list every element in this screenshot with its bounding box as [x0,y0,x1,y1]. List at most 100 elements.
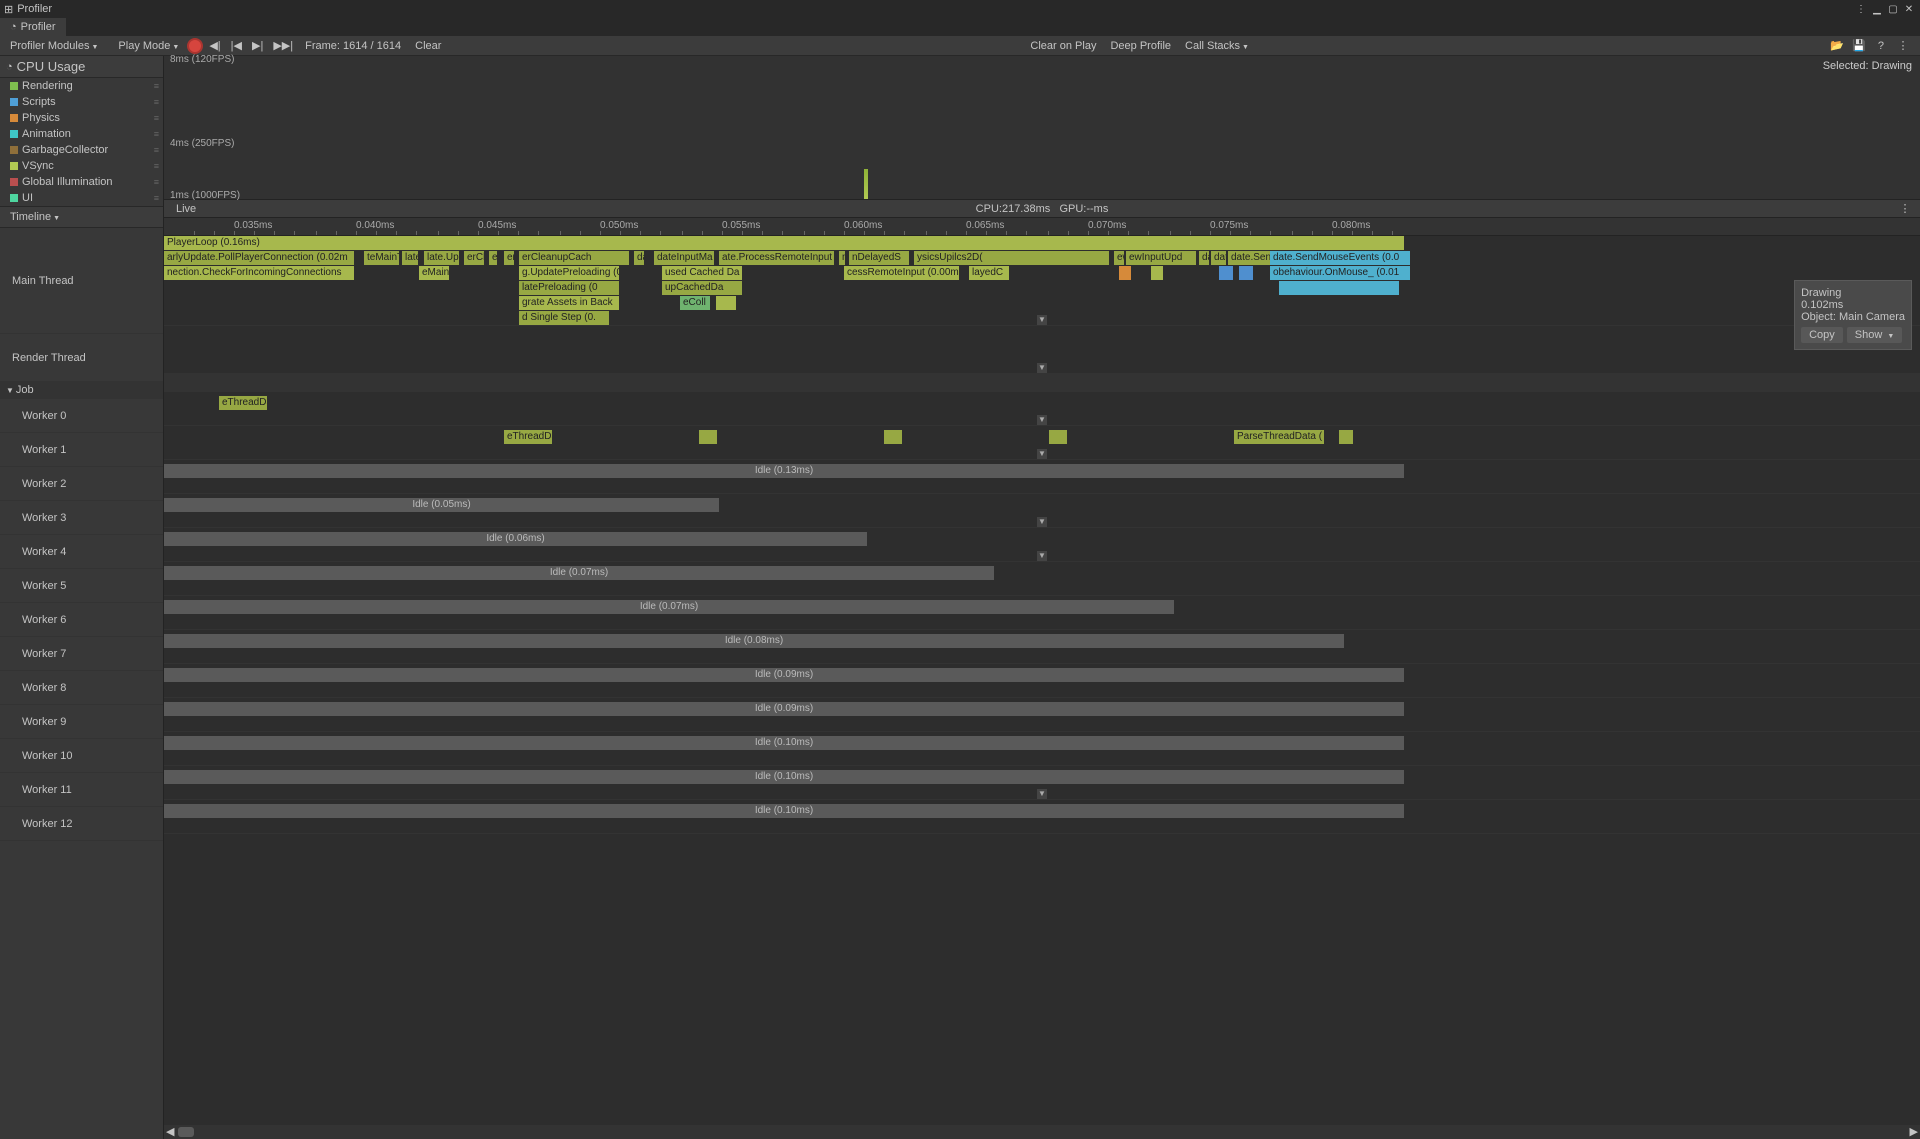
worker-block[interactable]: Idle (0.10ms) [164,804,1404,818]
deep-profile-toggle[interactable]: Deep Profile [1104,38,1177,54]
cpu-usage-header[interactable]: ◔ CPU Usage [0,56,163,78]
block[interactable] [1119,266,1131,280]
category-vsync[interactable]: VSync≡ [0,158,163,174]
block[interactable]: erCleanupCach [464,251,484,265]
block[interactable]: nDelayedS [839,251,845,265]
worker-block[interactable]: eThreadDa [504,430,552,444]
block[interactable]: dateInputMa [654,251,714,265]
block[interactable]: late.UpdatePreloading [424,251,459,265]
block[interactable]: eMain [419,266,449,280]
worker-block[interactable]: Idle (0.06ms) [164,532,867,546]
worker-block[interactable]: Idle (0.07ms) [164,600,1174,614]
play-mode-dropdown[interactable]: Play Mode▼ [112,38,185,54]
drag-handle-icon[interactable]: ≡ [154,177,159,187]
next-frame-button[interactable]: ▶| [248,37,267,54]
tooltip-show-dropdown[interactable]: Show ▼ [1847,327,1903,343]
drag-handle-icon[interactable]: ≡ [154,145,159,155]
block[interactable] [716,296,736,310]
clear-on-play-toggle[interactable]: Clear on Play [1024,38,1102,54]
load-icon[interactable]: 📂 [1828,37,1846,55]
thread-worker-4[interactable]: Worker 4 [0,535,163,569]
block[interactable]: dateInputMa [634,251,644,265]
worker-block[interactable]: Idle (0.09ms) [164,702,1404,716]
block[interactable]: used Cached Da [662,266,742,280]
worker-block[interactable]: Idle (0.10ms) [164,770,1404,784]
view-mode-dropdown[interactable]: Timeline▼ [4,209,66,225]
profiler-modules-dropdown[interactable]: Profiler Modules▼ [4,38,104,54]
worker-block[interactable]: Idle (0.09ms) [164,668,1404,682]
worker-block[interactable] [699,430,717,444]
block[interactable]: latePreloading (0 [519,281,619,295]
category-scripts[interactable]: Scripts≡ [0,94,163,110]
block[interactable]: erCleanupCach [504,251,514,265]
category-rendering[interactable]: Rendering≡ [0,78,163,94]
thread-worker-8[interactable]: Worker 8 [0,671,163,705]
thread-worker-1[interactable]: Worker 1 [0,433,163,467]
block[interactable]: erCleanupCach [489,251,497,265]
live-toggle[interactable]: Live [170,201,202,217]
worker-block[interactable]: Idle (0.13ms) [164,464,1404,478]
scroll-thumb[interactable] [178,1127,194,1137]
prev-frame-button[interactable]: |◀ [227,37,246,54]
expand-handle[interactable]: ▼ [1037,789,1047,799]
block[interactable]: layedC [969,266,1009,280]
category-garbagecollector[interactable]: GarbageCollector≡ [0,142,163,158]
block[interactable]: ysicsUpilcs2D( [914,251,1109,265]
thread-worker-12[interactable]: Worker 12 [0,807,163,841]
block[interactable]: date.SendMouseEvents (0.0 [1211,251,1226,265]
thread-render[interactable]: Render Thread [0,334,163,382]
kebab-icon[interactable]: ⋮ [1854,2,1868,16]
block[interactable]: nection.CheckForIncomingConnections [164,266,354,280]
block[interactable]: grate Assets in Back [519,296,619,310]
block[interactable]: arlyUpdate.PollPlayerConnection (0.02m [164,251,354,265]
expand-handle[interactable]: ▼ [1037,363,1047,373]
category-ui[interactable]: UI≡ [0,190,163,206]
block[interactable]: date.SendMouseEvents (0.0 [1199,251,1209,265]
drag-handle-icon[interactable]: ≡ [154,81,159,91]
scroll-left-icon[interactable]: ◀ [166,1125,174,1138]
block[interactable]: erCleanupCach [519,251,629,265]
expand-handle[interactable]: ▼ [1037,551,1047,561]
block[interactable] [1219,266,1233,280]
timeline[interactable]: 0.035ms0.040ms0.045ms0.050ms0.055ms0.060… [164,218,1920,1125]
worker-block[interactable]: eThreadDa [219,396,267,410]
tab-profiler[interactable]: ◔ Profiler [0,18,67,36]
drag-handle-icon[interactable]: ≡ [154,193,159,203]
block[interactable]: date.SendMouseEvents (0.0 [1270,251,1410,265]
thread-job-section[interactable]: ▼Job [0,382,163,399]
timeline-menu-icon[interactable]: ⋮ [1896,200,1914,218]
block[interactable]: g.UpdatePreloading (0 [519,266,619,280]
drag-handle-icon[interactable]: ≡ [154,113,159,123]
playerloop-block[interactable]: PlayerLoop (0.16ms) [164,236,1404,250]
expand-handle[interactable]: ▼ [1037,517,1047,527]
thread-worker-2[interactable]: Worker 2 [0,467,163,501]
drag-handle-icon[interactable]: ≡ [154,97,159,107]
close-icon[interactable]: ✕ [1902,2,1916,16]
record-button[interactable] [187,38,203,54]
block[interactable] [1151,266,1163,280]
menu-icon[interactable]: ⋮ [1894,37,1912,55]
frame-back-button[interactable]: ◀| [205,37,224,54]
tooltip-copy-button[interactable]: Copy [1801,327,1843,343]
block[interactable]: ewInputUpd [1114,251,1124,265]
cpu-chart[interactable]: 8ms (120FPS) 4ms (250FPS) 1ms (1000FPS) … [164,56,1920,200]
thread-worker-10[interactable]: Worker 10 [0,739,163,773]
block[interactable]: ate.ProcessRemoteInput [719,251,834,265]
thread-main[interactable]: Main Thread [0,228,163,334]
maximize-icon[interactable]: ▢ [1886,2,1900,16]
selected-block[interactable]: obehaviour.OnMouse_ (0.01 [1270,266,1410,280]
help-icon[interactable]: ? [1872,37,1890,55]
category-animation[interactable]: Animation≡ [0,126,163,142]
block[interactable]: cessRemoteInput (0.00m [844,266,959,280]
block[interactable]: nDelayedS [849,251,909,265]
block[interactable] [1279,281,1399,295]
current-frame-button[interactable]: ▶▶| [269,37,297,54]
worker-block[interactable]: Idle (0.08ms) [164,634,1344,648]
horizontal-scrollbar[interactable]: ◀ ▶ [164,1125,1920,1139]
category-global illumination[interactable]: Global Illumination≡ [0,174,163,190]
block[interactable] [1239,266,1253,280]
thread-worker-11[interactable]: Worker 11 [0,773,163,807]
block[interactable]: late.UpdatePreloading [402,251,418,265]
worker-block[interactable] [1049,430,1067,444]
worker-block[interactable]: Idle (0.07ms) [164,566,994,580]
